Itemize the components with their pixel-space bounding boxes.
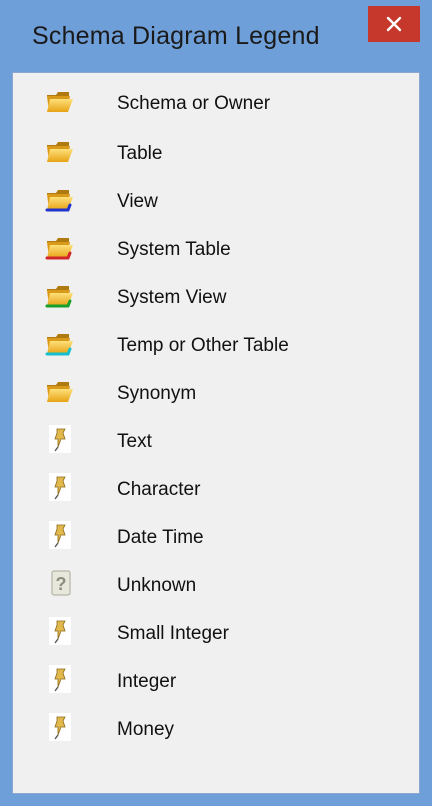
legend-window: Schema Diagram Legend Schema or Owner Tab… — [0, 0, 432, 806]
legend-item: System Table — [13, 231, 413, 271]
legend-item: Integer — [13, 663, 413, 703]
close-icon — [386, 16, 402, 32]
title-bar[interactable]: Schema Diagram Legend — [0, 0, 432, 72]
legend-item-label: Date Time — [117, 527, 204, 548]
legend-item-label: Character — [117, 479, 201, 500]
legend-item-label: Table — [117, 143, 163, 164]
folder-icon — [43, 85, 77, 119]
pushpin-icon — [43, 471, 77, 505]
legend-item: System View — [13, 279, 413, 319]
pushpin-icon — [43, 423, 77, 457]
legend-item: ? Unknown — [13, 567, 413, 607]
legend-item: Character — [13, 471, 413, 511]
question-mark-icon: ? — [43, 567, 77, 601]
legend-item-label: Integer — [117, 671, 177, 692]
folder-view-icon — [43, 183, 77, 217]
folder-temp-icon — [43, 327, 77, 361]
close-button[interactable] — [368, 6, 420, 42]
legend-item-label: System View — [117, 287, 227, 308]
legend-item-label: Small Integer — [117, 623, 229, 644]
legend-item-label: Temp or Other Table — [117, 335, 289, 356]
folder-icon — [43, 135, 77, 169]
folder-system-view-icon — [43, 279, 77, 313]
legend-item: Synonym — [13, 375, 413, 415]
pushpin-icon — [43, 519, 77, 553]
legend-item-label: Unknown — [117, 575, 197, 596]
legend-item: Small Integer — [13, 615, 413, 655]
window-title: Schema Diagram Legend — [32, 22, 320, 50]
legend-item-label: View — [117, 191, 158, 212]
pushpin-icon — [43, 615, 77, 649]
svg-text:?: ? — [56, 574, 67, 594]
legend-item-label: Synonym — [117, 383, 197, 404]
legend-list: Schema or Owner Table View System Table Syst… — [12, 72, 420, 794]
legend-item: Money — [13, 711, 413, 751]
legend-item: Schema or Owner — [13, 85, 413, 125]
pushpin-icon — [43, 711, 77, 745]
folder-icon — [43, 375, 77, 409]
legend-item: Date Time — [13, 519, 413, 559]
legend-item-label: Schema or Owner — [117, 93, 271, 114]
folder-system-table-icon — [43, 231, 77, 265]
legend-item-label: Money — [117, 719, 175, 740]
legend-item: View — [13, 183, 413, 223]
legend-item-label: System Table — [117, 239, 231, 260]
legend-item: Temp or Other Table — [13, 327, 413, 367]
legend-item: Text — [13, 423, 413, 463]
legend-item: Table — [13, 135, 413, 175]
pushpin-icon — [43, 663, 77, 697]
legend-item-label: Text — [117, 431, 152, 452]
